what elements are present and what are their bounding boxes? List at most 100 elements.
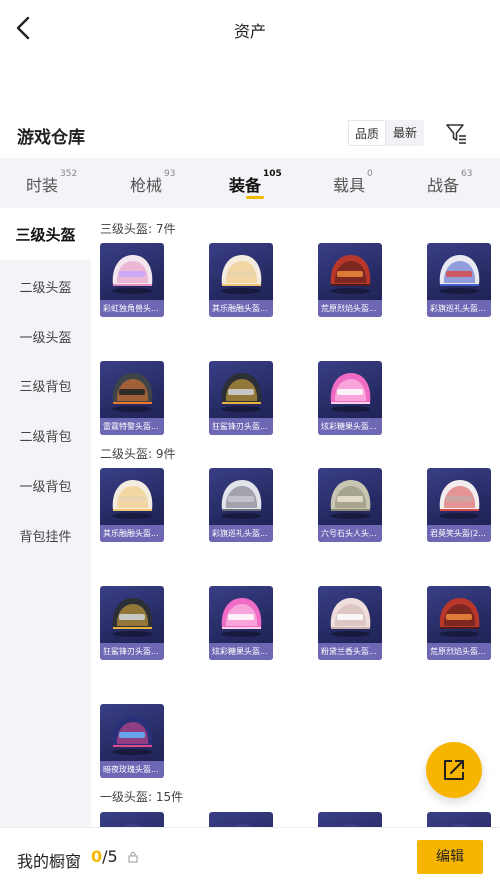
item-name: 暗夜玫瑰头盔...	[100, 761, 164, 778]
sidebar-item-level2-backpack[interactable]: 二级背包	[0, 426, 91, 445]
flag-parade-helmet-icon	[439, 255, 480, 294]
item-name: 粉黛兰香头盔...	[318, 643, 382, 660]
showcase-label: 我的橱窗	[17, 852, 82, 871]
item-name: 炫彩糖果头盔...	[318, 418, 382, 435]
item-card[interactable]: 炫彩糖果头盔...	[209, 586, 273, 660]
showcase-current: 0	[91, 847, 103, 866]
item-grid: 三级头盔: 7件 二级头盔: 9件 一级头盔: 15件 彩虹独角兽头... 其乐融…	[91, 210, 500, 827]
candy-helmet-icon	[330, 373, 371, 412]
tab-count: 63	[461, 169, 473, 179]
showcase-total: /5	[102, 847, 118, 866]
tab-count: 0	[367, 169, 373, 179]
item-card[interactable]	[427, 812, 491, 827]
sidebar-item-level3-backpack[interactable]: 三级背包	[0, 376, 91, 395]
stone-man-helmet-icon	[330, 480, 371, 519]
item-card[interactable]	[318, 812, 382, 827]
item-name: 彩旗巡礼头盔...	[427, 300, 491, 317]
shark-blade-helmet-icon	[112, 598, 153, 637]
sidebar-item-level2-helmet[interactable]: 二级头盔	[0, 277, 91, 296]
item-name: 彩虹独角兽头...	[100, 300, 164, 317]
tab-label: 枪械	[130, 176, 163, 195]
tab-firearms[interactable]: 枪械93	[130, 169, 176, 196]
candy-helmet-icon	[221, 598, 262, 637]
section-title: 三级头盔: 7件	[100, 222, 176, 236]
thunder-swat-helmet-icon	[112, 373, 153, 412]
edit-button[interactable]: 编辑	[417, 840, 483, 874]
item-name: 君莫笑头盔(2...	[427, 525, 491, 542]
item-name: 其乐融融头盔...	[100, 525, 164, 542]
item-card[interactable]: 其乐融融头盔...	[209, 243, 273, 317]
item-name: 彩旗巡礼头盔...	[209, 525, 273, 542]
item-card[interactable]: 狂鲨锋刃头盔...	[100, 586, 164, 660]
showcase-count: 0/5	[91, 847, 118, 866]
item-name: 狂鲨锋刃头盔...	[100, 643, 164, 660]
lock-icon	[128, 852, 138, 863]
sidebar-item-backpack-charm[interactable]: 背包挂件	[0, 526, 91, 545]
tab-count: 93	[164, 169, 176, 179]
night-rose-helmet-icon	[112, 716, 153, 755]
helmet-icon	[122, 824, 143, 827]
tab-supplies[interactable]: 战备63	[427, 169, 473, 196]
warehouse-header: 游戏仓库 品质 最新	[0, 118, 500, 158]
category-tabs: 时装352 枪械93 装备105 载具0 战备63	[0, 158, 500, 208]
item-card[interactable]: 彩旗巡礼头盔...	[209, 468, 273, 542]
item-name: 其乐融融头盔...	[209, 300, 273, 317]
item-card[interactable]: 粉黛兰香头盔...	[318, 586, 382, 660]
item-card[interactable]: 彩旗巡礼头盔...	[427, 243, 491, 317]
item-card[interactable]: 六号石头人头...	[318, 468, 382, 542]
item-card[interactable]: 彩虹独角兽头...	[100, 243, 164, 317]
item-card[interactable]: 荒原烈焰头盔...	[427, 586, 491, 660]
sidebar-item-level1-helmet[interactable]: 一级头盔	[0, 327, 91, 346]
item-name: 六号石头人头...	[318, 525, 382, 542]
item-name: 雷霆特警头盔...	[100, 418, 164, 435]
sort-toggle: 品质 最新	[348, 120, 424, 146]
helmet-icon	[231, 824, 252, 827]
warehouse-title: 游戏仓库	[17, 128, 85, 148]
filter-icon[interactable]	[444, 121, 468, 145]
page-title: 资产	[233, 22, 266, 41]
helmet-icon	[449, 824, 470, 827]
sidebar-item-level3-helmet[interactable]: 三级头盔	[0, 210, 91, 260]
helmet-icon	[340, 824, 361, 827]
wasteland-flame-helmet-icon	[439, 598, 480, 637]
rainbow-unicorn-helmet-icon	[112, 255, 153, 294]
item-card[interactable]: 炫彩糖果头盔...	[318, 361, 382, 435]
item-card[interactable]: 荒原烈焰头盔...	[318, 243, 382, 317]
share-button[interactable]	[426, 742, 482, 798]
jun-mo-xiao-helmet-icon	[439, 480, 480, 519]
sort-by-quality[interactable]: 品质	[348, 120, 386, 146]
cream-helmet-icon	[221, 255, 262, 294]
tab-label: 时装	[26, 176, 59, 195]
sidebar-item-level1-backpack[interactable]: 一级背包	[0, 476, 91, 495]
item-name: 荒原烈焰头盔...	[318, 300, 382, 317]
tab-label: 战备	[427, 176, 460, 195]
tab-label: 装备	[229, 176, 262, 195]
sort-by-latest[interactable]: 最新	[386, 120, 424, 146]
item-card[interactable]: 暗夜玫瑰头盔...	[100, 704, 164, 778]
item-name: 狂鲨锋刃头盔...	[209, 418, 273, 435]
item-name: 荒原烈焰头盔...	[427, 643, 491, 660]
item-card[interactable]: 狂鲨锋刃头盔...	[209, 361, 273, 435]
section-title: 二级头盔: 9件	[100, 447, 176, 461]
tab-count: 352	[60, 169, 78, 179]
tab-count: 105	[263, 169, 282, 179]
active-tab-indicator	[246, 196, 264, 199]
item-card[interactable]: 其乐融融头盔...	[100, 468, 164, 542]
showcase-bar: 我的橱窗 0/5 编辑	[0, 827, 500, 885]
item-card[interactable]: 君莫笑头盔(2...	[427, 468, 491, 542]
top-bar: 资产	[0, 0, 500, 58]
section-title: 一级头盔: 15件	[100, 790, 184, 804]
shark-blade-helmet-icon	[221, 373, 262, 412]
item-card[interactable]: 雷霆特警头盔...	[100, 361, 164, 435]
pink-orchid-helmet-icon	[330, 598, 371, 637]
tab-fashion[interactable]: 时装352	[26, 169, 78, 196]
item-card[interactable]	[100, 812, 164, 827]
tab-vehicles[interactable]: 载具0	[333, 169, 373, 196]
sidebar: 三级头盔 二级头盔 一级头盔 三级背包 二级背包 一级背包 背包挂件	[0, 210, 91, 827]
item-name: 炫彩糖果头盔...	[209, 643, 273, 660]
item-card[interactable]	[209, 812, 273, 827]
tab-label: 载具	[333, 176, 366, 195]
tab-equipment[interactable]: 装备105	[229, 169, 282, 196]
cream-helmet-icon	[112, 480, 153, 519]
wasteland-flame-helmet-icon	[330, 255, 371, 294]
